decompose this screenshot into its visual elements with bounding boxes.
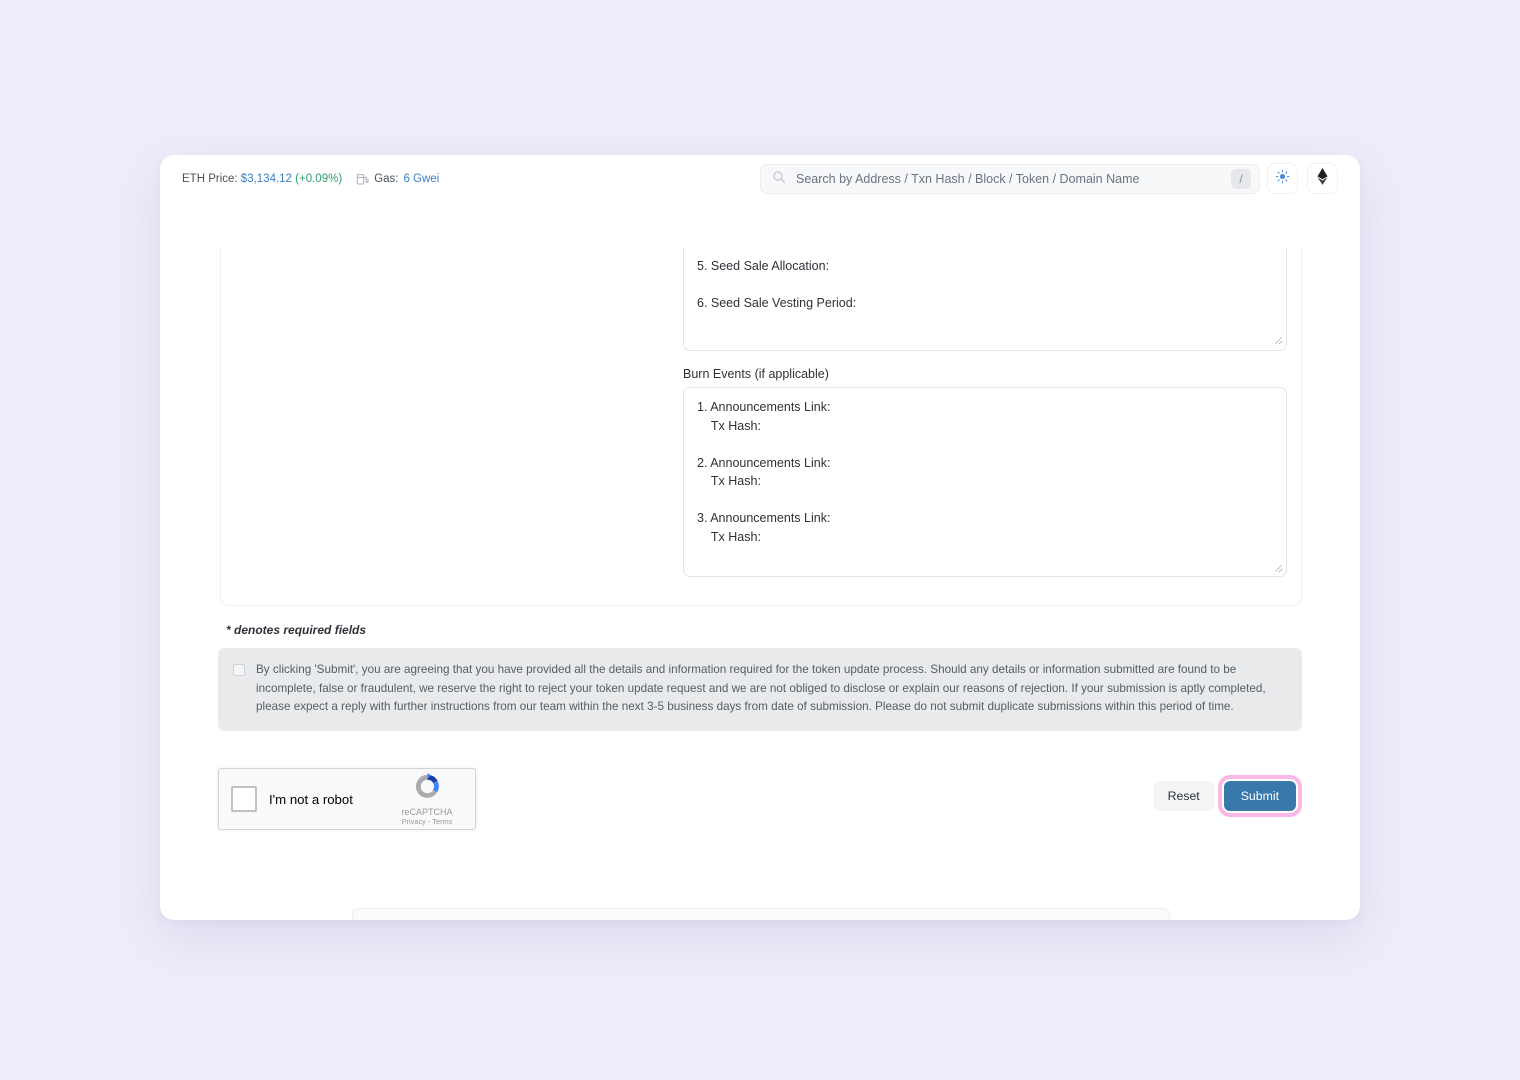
page-content: 5. Seed Sale Allocation: 6. Seed Sale Ve… (160, 203, 1360, 920)
token-update-form-card: 5. Seed Sale Allocation: 6. Seed Sale Ve… (220, 247, 1302, 606)
gas-label: Gas: (374, 173, 399, 185)
browser-window: ETH Price: $3,134.12 (+0.09%) Gas: 6 Gwe… (160, 155, 1360, 920)
recaptcha-brand-legal[interactable]: Privacy - Terms (391, 817, 463, 826)
gas-value[interactable]: 6 Gwei (403, 173, 439, 185)
burn-events-label: Burn Events (if applicable) (683, 367, 829, 381)
top-bar: ETH Price: $3,134.12 (+0.09%) Gas: 6 Gwe… (160, 155, 1360, 203)
search-box[interactable]: / (760, 164, 1260, 194)
search-shortcut-key: / (1231, 169, 1251, 189)
eth-price-value[interactable]: $3,134.12 (241, 173, 292, 185)
required-fields-note: * denotes required fields (226, 623, 367, 637)
reset-button[interactable]: Reset (1153, 781, 1214, 811)
ethereum-icon (1317, 167, 1328, 190)
disclaimer-checkbox[interactable] (233, 664, 245, 676)
cookie-consent-banner: This website uses cookies to improve you… (352, 908, 1170, 920)
recaptcha-checkbox[interactable] (231, 786, 257, 812)
recaptcha-widget[interactable]: I'm not a robot reCAPTCHA Privacy - Term… (218, 768, 476, 830)
submit-button-highlight: Submit (1217, 775, 1302, 817)
gas-tracker-group[interactable]: Gas: 6 Gwei (356, 173, 439, 186)
disclaimer-text: By clicking 'Submit', you are agreeing t… (256, 663, 1266, 714)
theme-toggle-button[interactable] (1267, 163, 1298, 194)
eth-price-change: (+0.09%) (295, 173, 343, 185)
eth-price-label: ETH Price: (182, 173, 238, 185)
network-selector-button[interactable] (1307, 163, 1338, 194)
topbar-actions (1267, 163, 1338, 194)
burn-events-textarea[interactable]: 1. Announcements Link: Tx Hash: 2. Annou… (683, 387, 1287, 577)
form-field-column: 5. Seed Sale Allocation: 6. Seed Sale Ve… (683, 247, 1287, 577)
gas-pump-icon (356, 173, 369, 186)
submit-button-group: Reset Submit (1153, 775, 1302, 817)
recaptcha-branding: reCAPTCHA Privacy - Terms (391, 772, 463, 826)
search-icon (772, 170, 786, 189)
search-container: / (760, 164, 1260, 194)
disclaimer-panel: By clicking 'Submit', you are agreeing t… (218, 648, 1302, 731)
token-sale-details-textarea[interactable]: 5. Seed Sale Allocation: 6. Seed Sale Ve… (683, 247, 1287, 351)
submit-button[interactable]: Submit (1223, 781, 1296, 811)
form-actions-row: I'm not a robot reCAPTCHA Privacy - Term… (218, 768, 1302, 830)
recaptcha-logo-icon (413, 772, 442, 805)
cookie-banner-text: This website uses cookies to improve you… (388, 919, 1088, 920)
sun-icon (1275, 169, 1290, 189)
eth-price-group: ETH Price: $3,134.12 (+0.09%) (182, 173, 342, 185)
recaptcha-brand-name: reCAPTCHA (401, 807, 453, 817)
search-input[interactable] (794, 171, 1223, 187)
market-stats: ETH Price: $3,134.12 (+0.09%) Gas: 6 Gwe… (182, 173, 439, 186)
recaptcha-label: I'm not a robot (269, 791, 353, 807)
